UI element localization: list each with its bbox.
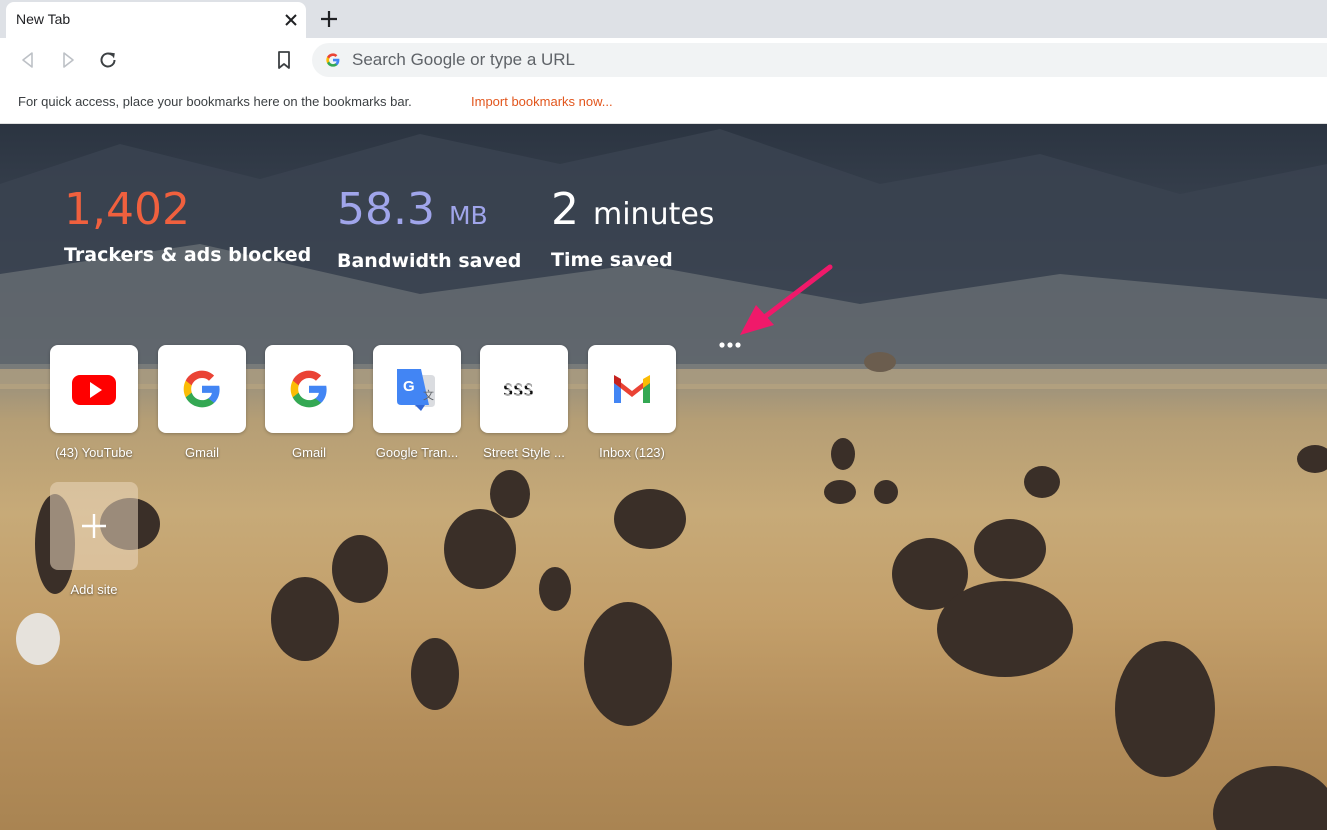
tab-title: New Tab <box>16 11 71 27</box>
plus-icon <box>82 514 106 538</box>
annotation-arrow-icon <box>740 264 833 335</box>
forward-arrow-icon[interactable] <box>56 48 80 72</box>
stat-value: 2 <box>551 184 579 235</box>
gmail-icon <box>614 375 650 403</box>
street-style-icon: SSS <box>502 381 546 401</box>
svg-text:G: G <box>403 378 415 395</box>
top-site-gmail-2[interactable]: Gmail <box>265 345 353 460</box>
stat-label: Time saved <box>551 249 673 271</box>
toolbar <box>0 38 1327 82</box>
omnibox[interactable] <box>312 43 1327 77</box>
stat-label: Trackers & ads blocked <box>64 244 312 266</box>
new-tab-plus-icon[interactable] <box>316 6 342 32</box>
add-site-label: Add site <box>70 582 118 597</box>
top-site-youtube[interactable]: (43) YouTube <box>50 345 138 460</box>
stat-value: 58.3 <box>337 184 435 235</box>
bookmarks-bar: For quick access, place your bookmarks h… <box>0 82 1327 124</box>
stat-trackers-blocked: 1,402 Trackers & ads blocked <box>64 184 311 266</box>
top-site-inbox[interactable]: Inbox (123) <box>588 345 676 460</box>
new-tab-page: 1,402 Trackers & ads blocked 58.3 MB Ban… <box>0 124 1327 830</box>
stat-unit: MB <box>448 201 488 230</box>
import-bookmarks-link[interactable]: Import bookmarks now... <box>471 94 613 109</box>
stat-unit: minutes <box>593 197 715 232</box>
search-input[interactable] <box>352 49 952 71</box>
top-site-gmail[interactable]: Gmail <box>158 345 246 460</box>
close-icon[interactable] <box>282 11 300 29</box>
tab-new-tab[interactable]: New Tab <box>6 2 306 38</box>
tile-label: (43) YouTube <box>55 445 133 460</box>
svg-text:SSS: SSS <box>503 381 534 401</box>
google-translate-icon: G 文 <box>397 369 435 411</box>
stat-label: Bandwidth saved <box>337 250 522 272</box>
back-arrow-icon[interactable] <box>16 48 40 72</box>
stat-time-saved: 2 minutes Time saved <box>551 184 714 271</box>
tile-label: Street Style ... <box>483 445 565 460</box>
tile-label: Google Tran... <box>375 445 459 460</box>
add-site-button[interactable]: Add site <box>50 482 138 597</box>
google-icon <box>183 370 220 408</box>
stat-value: 1,402 <box>64 184 190 235</box>
youtube-icon <box>72 375 116 405</box>
tile-label: Inbox (123) <box>599 445 665 460</box>
google-g-icon <box>326 53 340 67</box>
tab-strip: New Tab <box>0 0 1327 38</box>
top-site-google-translate[interactable]: G 文 Google Tran... <box>373 345 461 460</box>
tile-label: Gmail <box>185 445 219 460</box>
reload-icon[interactable] <box>96 48 120 72</box>
more-options-icon[interactable] <box>716 338 744 352</box>
top-site-street-style[interactable]: SSS Street Style ... <box>480 345 568 460</box>
bookmarks-hint: For quick access, place your bookmarks h… <box>18 94 412 109</box>
bookmark-icon[interactable] <box>272 48 296 72</box>
google-icon <box>290 370 327 408</box>
tile-label: Gmail <box>292 445 326 460</box>
stat-bandwidth-saved: 58.3 MB Bandwidth saved <box>337 184 521 272</box>
svg-text:文: 文 <box>423 388 434 402</box>
